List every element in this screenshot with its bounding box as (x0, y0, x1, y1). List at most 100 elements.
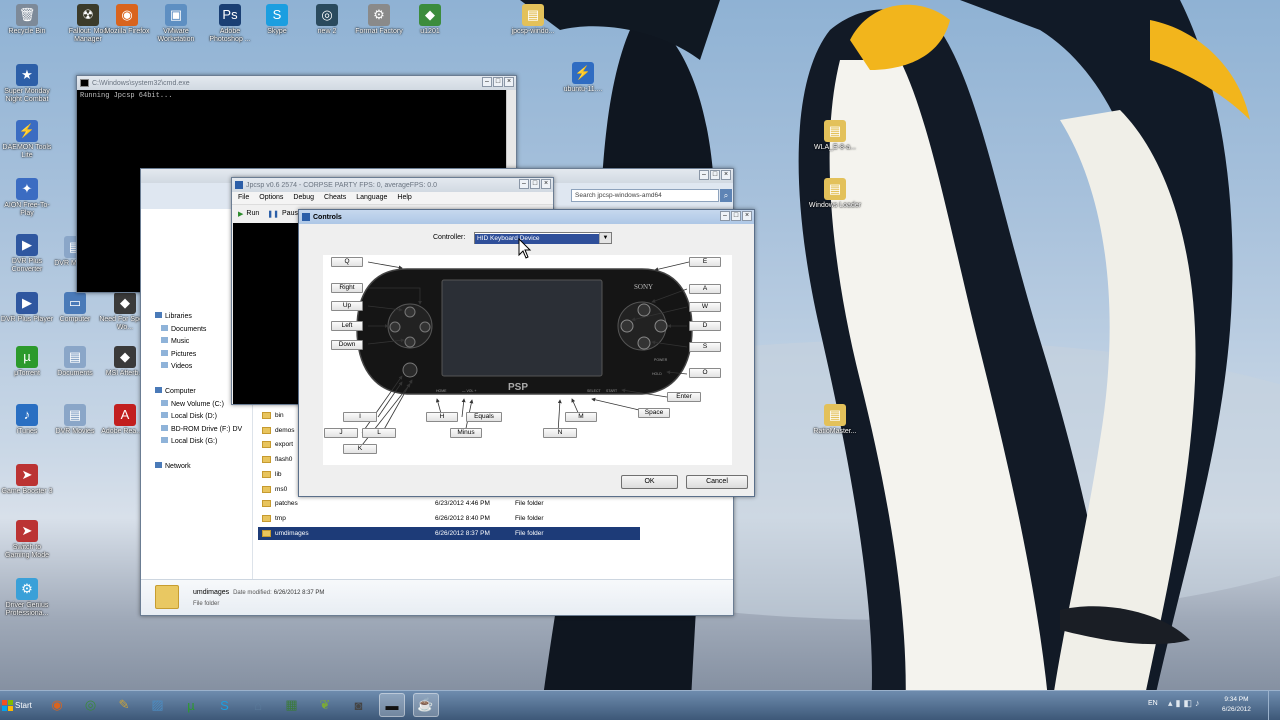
tool-icon[interactable]: ✎ (111, 693, 137, 717)
desktop-icon[interactable]: ▶ DVR Plus Converter (0, 234, 54, 274)
camera-icon[interactable]: ◙ (346, 693, 372, 717)
skype-icon[interactable]: S (212, 693, 238, 717)
desktop-icon[interactable]: ➤ Switch to Gaming Mode (0, 520, 54, 560)
file-row[interactable]: tmp 6/26/2012 8:40 PM File folder (258, 512, 640, 525)
file-row[interactable]: umdimages 6/26/2012 8:37 PM File folder (258, 526, 640, 540)
desktop-icon[interactable]: ▭ Computer (48, 292, 102, 324)
clock[interactable]: 9:34 PM 6/26/2012 (1222, 695, 1251, 715)
close-button[interactable]: × (742, 211, 752, 221)
key-select[interactable]: Space (638, 408, 670, 418)
menu-item[interactable]: Options (259, 194, 283, 202)
desktop-icon[interactable]: ▤ WLA_E-8-a... (808, 120, 862, 152)
key-vol-up[interactable]: Equals (466, 412, 502, 422)
chevron-down-icon[interactable]: ▼ (599, 233, 611, 243)
key-rtrigger[interactable]: E (689, 257, 721, 267)
chart-icon[interactable]: ▦ (279, 693, 305, 717)
chrome-icon[interactable]: ◎ (78, 693, 104, 717)
desktop-icon[interactable]: ▤ jpcsp-windo... (506, 4, 560, 36)
close-button[interactable]: × (721, 170, 731, 180)
minimize-button[interactable]: – (519, 179, 529, 189)
close-button[interactable]: × (541, 179, 551, 189)
desktop-icon[interactable]: ▣ VMware Workstation (149, 4, 203, 44)
key-cross[interactable]: S (689, 342, 721, 352)
tree-item[interactable]: BD-ROM Drive (F:) DV (155, 424, 255, 437)
key-ltrigger[interactable]: Q (331, 257, 363, 267)
explorer-search[interactable]: Search jpcsp-windows-amd64 (571, 189, 719, 202)
key-triangle[interactable]: A (689, 284, 721, 294)
key-analog-left[interactable]: J (324, 428, 358, 438)
file-row[interactable]: patches 6/23/2012 4:46 PM File folder (258, 497, 640, 510)
key-screen[interactable]: M (565, 412, 597, 422)
show-desktop-button[interactable] (1268, 691, 1280, 720)
desktop-icon[interactable]: ◎ new 2 (300, 4, 354, 36)
close-button[interactable]: × (504, 77, 514, 87)
minimize-button[interactable]: – (699, 170, 709, 180)
key-analog-down[interactable]: K (343, 444, 377, 454)
desktop-icon[interactable]: ⚙ Format Factory (352, 4, 406, 36)
desktop-icon[interactable]: ⚙ Driver Genius Professiona... (0, 578, 54, 618)
desktop-icon[interactable]: µ μTorrent (0, 346, 54, 378)
java-icon[interactable]: ☕ (412, 693, 439, 717)
paint-icon[interactable]: ▨ (145, 693, 171, 717)
menu-item[interactable]: Language (356, 194, 387, 202)
start-button[interactable]: Start (2, 695, 36, 715)
minimize-button[interactable]: – (482, 77, 492, 87)
key-note[interactable]: N (543, 428, 577, 438)
cancel-button[interactable]: Cancel (686, 475, 748, 489)
key-analog-up[interactable]: I (343, 412, 377, 422)
desktop-icon[interactable]: ◆ u1201 (403, 4, 457, 36)
tree-item[interactable]: Network (155, 461, 255, 474)
maximize-button[interactable]: □ (493, 77, 503, 87)
cmd-icon[interactable]: ▬ (379, 693, 405, 717)
utorrent-icon[interactable]: µ (178, 693, 204, 717)
desktop-icon[interactable]: 🗑 Recycle Bin (0, 4, 54, 36)
minimize-button[interactable]: – (720, 211, 730, 221)
desktop-icon[interactable]: ★ Super Monday Night Combat (0, 64, 54, 104)
language-indicator[interactable]: EN (1148, 700, 1158, 707)
desktop-icon[interactable]: ✦ AION Free-To-Play (0, 178, 54, 218)
desktop-icon[interactable]: ▤ Documents (48, 346, 102, 378)
jpcsp-title-bar[interactable]: Jpcsp v0.6 2574 - CORPSE PARTY FPS: 0, a… (232, 178, 553, 192)
key-start[interactable]: Enter (667, 392, 701, 402)
desktop-icon[interactable]: ➤ Game Booster 3 (0, 464, 54, 496)
desktop-icon[interactable]: ◉ Mozilla Firefox (100, 4, 154, 36)
tree-item[interactable]: Local Disk (D:) (155, 411, 255, 424)
key-analog-right[interactable]: L (362, 428, 396, 438)
tree-item[interactable]: Local Disk (G:) (155, 436, 255, 449)
key-left[interactable]: Left (331, 321, 363, 331)
key-home[interactable]: H (426, 412, 458, 422)
key-vol-down[interactable]: Minus (450, 428, 482, 438)
controls-title-bar[interactable]: Controls – □ × (299, 210, 754, 224)
desktop-icon[interactable]: ⚡ ubuntu-11.... (556, 62, 610, 94)
menu-item[interactable]: File (238, 194, 249, 202)
search-icon[interactable]: ⌕ (720, 189, 732, 202)
desktop-icon[interactable]: S Skype (250, 4, 304, 36)
ok-button[interactable]: OK (621, 475, 678, 489)
key-hold[interactable]: O (689, 368, 721, 378)
firefox-icon[interactable]: ◉ (44, 693, 70, 717)
key-right[interactable]: Right (331, 283, 363, 293)
key-square[interactable]: W (689, 302, 721, 312)
menu-item[interactable]: Help (397, 194, 411, 202)
desktop-icon[interactable]: ▤ DVR Movies (48, 404, 102, 436)
controller-select[interactable]: HID Keyboard Device ▼ (474, 232, 612, 244)
desktop-icon[interactable]: ▶ DVR Plus Player (0, 292, 54, 324)
network-icon[interactable]: ⌂ (245, 693, 271, 717)
run-button[interactable]: ▶ Run (238, 210, 259, 218)
pause-button[interactable]: ❚❚ Paus (267, 210, 298, 218)
maximize-button[interactable]: □ (710, 170, 720, 180)
desktop-icon[interactable]: Ps Adobe Photoshop ... (203, 4, 257, 44)
key-down[interactable]: Down (331, 340, 363, 350)
key-up[interactable]: Up (331, 301, 363, 311)
key-circle[interactable]: D (689, 321, 721, 331)
desktop-icon[interactable]: ♪ iTunes (0, 404, 54, 436)
desktop-icon[interactable]: ▤ RatioMaster... (808, 404, 862, 436)
maximize-button[interactable]: □ (731, 211, 741, 221)
desktop-icon[interactable]: ▤ Windows Loader (808, 178, 862, 210)
maximize-button[interactable]: □ (530, 179, 540, 189)
menu-item[interactable]: Debug (293, 194, 314, 202)
desktop-icon[interactable]: ⚡ DAEMON Tools Lite (0, 120, 54, 160)
cmd-title-bar[interactable]: C:\Windows\system32\cmd.exe – □ × (77, 76, 516, 90)
menu-item[interactable]: Cheats (324, 194, 346, 202)
leaf-icon[interactable]: ❦ (312, 693, 338, 717)
